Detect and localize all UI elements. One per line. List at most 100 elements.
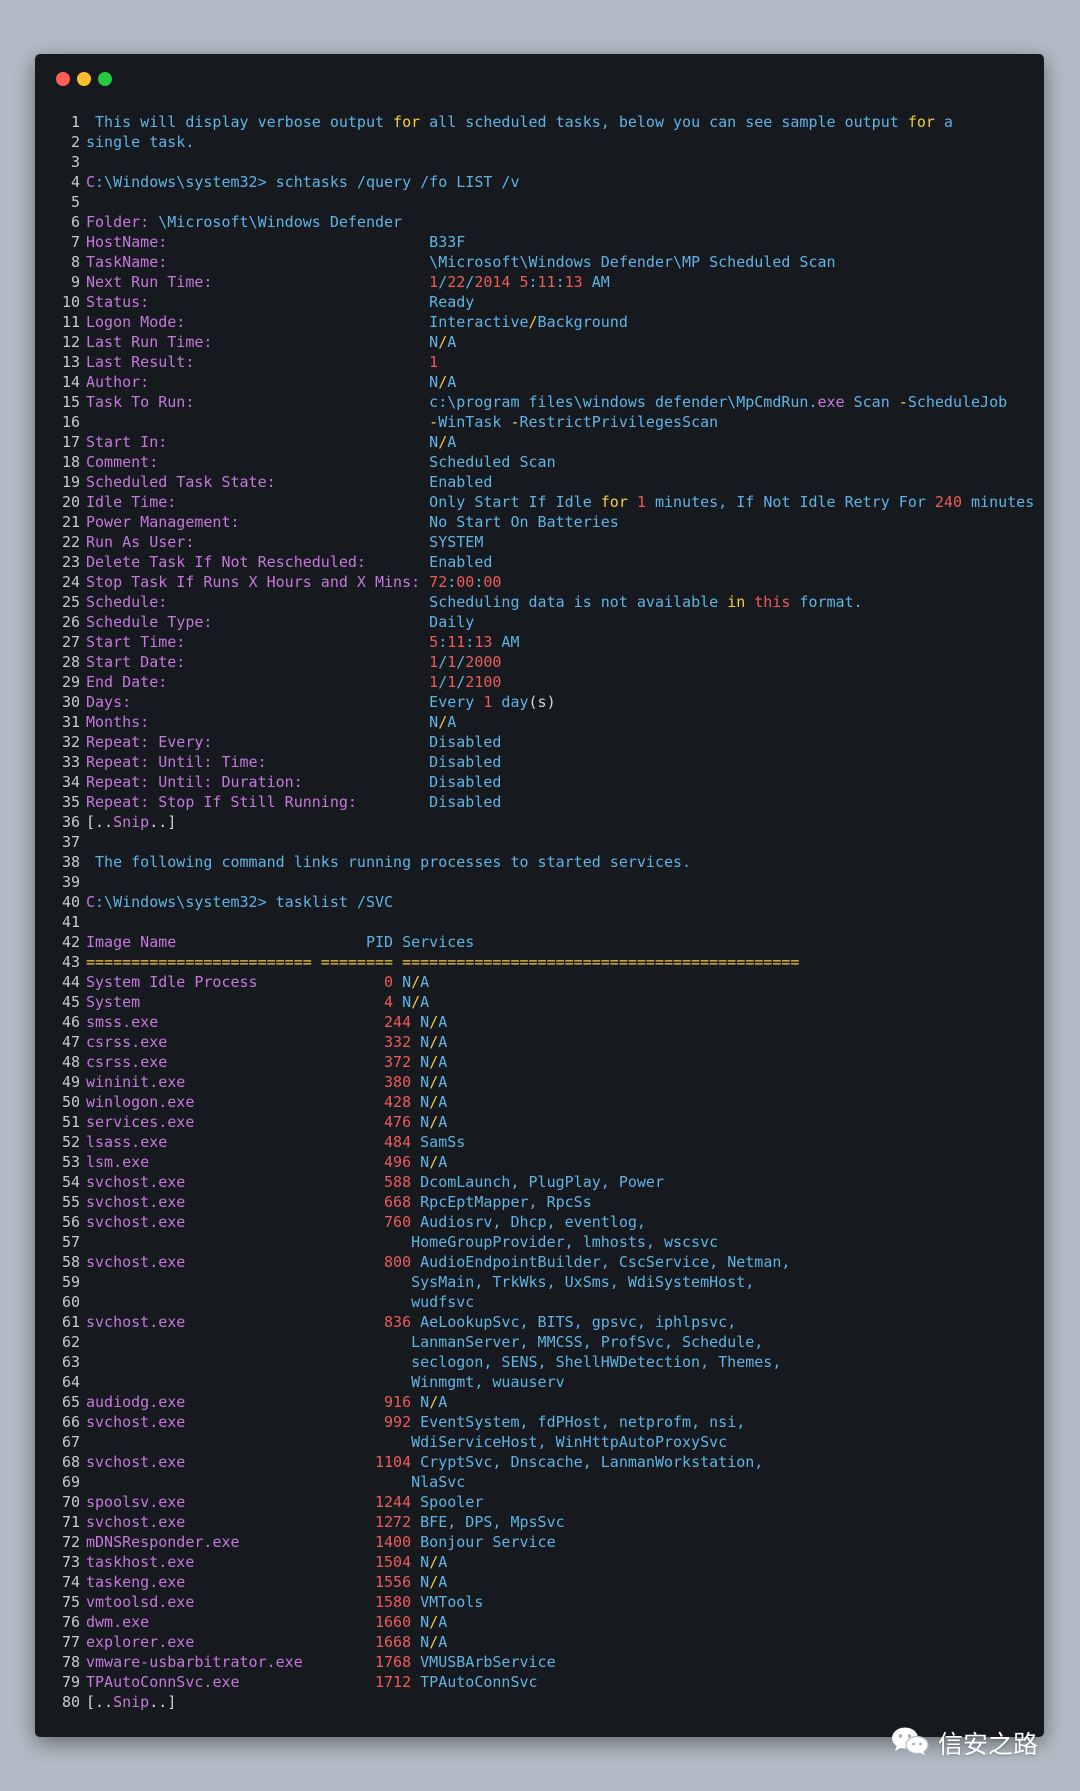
code-token: Enabled <box>429 553 493 571</box>
code-token: : <box>465 633 475 651</box>
code-line: 54 svchost.exe 588 DcomLaunch, PlugPlay, … <box>54 1172 1038 1192</box>
code-token: Comment: <box>86 453 430 471</box>
code-token: Repeat: Until: Duration: <box>86 773 430 791</box>
code-line: 74 taskeng.exe 1556 N/A <box>54 1572 1038 1592</box>
code-token: exe <box>158 1453 186 1471</box>
line-number: 72 <box>61 1533 80 1551</box>
line-number: 18 <box>61 453 80 471</box>
line-number: 58 <box>61 1253 80 1271</box>
code-token: 13 <box>564 273 583 291</box>
code-token: Image Name <box>86 933 366 951</box>
code-token: Power Management: <box>86 513 430 531</box>
close-button[interactable] <box>56 72 70 86</box>
code-line: 19 Scheduled Task State: Enabled <box>54 472 1038 492</box>
code-token: svchost. <box>86 1173 159 1191</box>
code-token: C <box>86 173 96 191</box>
code-token: A <box>447 373 457 391</box>
code-token: / <box>429 1573 439 1591</box>
line-number: 77 <box>61 1633 80 1651</box>
code-token: N <box>393 993 412 1011</box>
line-number: 62 <box>61 1333 80 1351</box>
code-token: 1660 <box>375 1613 412 1631</box>
code-token: LanmanServer, MMCSS, ProfSvc, Schedule, <box>86 1333 764 1351</box>
code-token: Scheduled Scan <box>429 453 556 471</box>
code-token: exe <box>158 1173 186 1191</box>
code-token: / <box>429 1633 439 1651</box>
code-line: 33 Repeat: Until: Time: Disabled <box>54 752 1038 772</box>
code-token: / <box>438 333 448 351</box>
code-token: minutes, If Not Idle Retry For <box>645 493 935 511</box>
code-token: N <box>393 973 412 991</box>
maximize-button[interactable] <box>98 72 112 86</box>
code-token: exe <box>167 1633 195 1651</box>
code-token: 1504 <box>375 1553 412 1571</box>
code-token: exe <box>158 1513 186 1531</box>
code-token: 244 <box>384 1013 412 1031</box>
code-line: 36 [..Snip..] <box>54 812 1038 832</box>
code-token: Schedule Type: <box>86 613 430 631</box>
line-number: 70 <box>61 1493 80 1511</box>
code-token: explorer. <box>86 1633 168 1651</box>
code-token: Delete Task If Not Rescheduled: <box>86 553 430 571</box>
code-line: 42 Image Name PID Services <box>54 932 1038 952</box>
code-token: Days: <box>86 693 430 711</box>
line-number: 56 <box>61 1213 80 1231</box>
code-token: N <box>411 1073 430 1091</box>
code-line: 9 Next Run Time: 1/22/2014 5:11:13 AM <box>54 272 1038 292</box>
code-token: / <box>429 1553 439 1571</box>
code-token: 00 <box>483 573 502 591</box>
code-token: A <box>438 1033 448 1051</box>
code-line: 31 Months: N/A <box>54 712 1038 732</box>
code-token: exe <box>158 1493 186 1511</box>
code-line: 56 svchost.exe 760 Audiosrv, Dhcp, eventl… <box>54 1212 1038 1232</box>
code-token: for <box>393 113 421 131</box>
code-token: N <box>429 713 439 731</box>
code-token: / <box>411 973 421 991</box>
code-line: 77 explorer.exe 1668 N/A <box>54 1632 1038 1652</box>
code-line: 66 svchost.exe 992 EventSystem, fdPHost, … <box>54 1412 1038 1432</box>
minimize-button[interactable] <box>77 72 91 86</box>
code-token: Audiosrv, Dhcp, eventlog, <box>411 1213 646 1231</box>
code-token: Folder: <box>86 213 159 231</box>
code-token: exe <box>122 1153 150 1171</box>
code-token: ========================= ======== =====… <box>86 953 800 971</box>
line-number: 47 <box>61 1033 80 1051</box>
code-token: taskhost. <box>86 1553 168 1571</box>
code-token: N <box>411 1013 430 1031</box>
code-token: 1580 <box>375 1593 412 1611</box>
line-number: 54 <box>61 1173 80 1191</box>
code-line: 32 Repeat: Every: Disabled <box>54 732 1038 752</box>
code-line: 79 TPAutoConnSvc.exe 1712 TPAutoConnSvc <box>54 1672 1038 1692</box>
code-token: AM <box>582 273 610 291</box>
code-token: 1668 <box>375 1633 412 1651</box>
line-number: 73 <box>61 1553 80 1571</box>
code-token: Next Run Time: <box>86 273 430 291</box>
code-line: 11 Logon Mode: Interactive/Background <box>54 312 1038 332</box>
line-number: 16 <box>61 413 80 431</box>
code-token: Scan <box>844 393 899 411</box>
code-token: / <box>465 273 475 291</box>
code-token: ..] <box>149 1693 177 1711</box>
line-number: 17 <box>61 433 80 451</box>
code-token: 72 <box>429 573 448 591</box>
code-token: : <box>528 273 538 291</box>
code-token: NlaSvc <box>86 1473 466 1491</box>
code-token: seclogon, SENS, ShellHWDetection, Themes… <box>86 1353 782 1371</box>
code-token: VMTools <box>411 1593 484 1611</box>
code-token: Schedule: <box>86 593 430 611</box>
code-token: spoolsv. <box>86 1493 159 1511</box>
code-token: Stop Task If Runs X Hours and X Mins: <box>86 573 430 591</box>
code-token: / <box>429 1113 439 1131</box>
code-token: 13 <box>474 633 493 651</box>
line-number: 64 <box>61 1373 80 1391</box>
code-line: 15 Task To Run: c:\program files\windows … <box>54 392 1038 412</box>
code-token: 836 <box>384 1313 412 1331</box>
code-token: this <box>754 593 791 611</box>
code-token: [.. <box>86 1693 114 1711</box>
